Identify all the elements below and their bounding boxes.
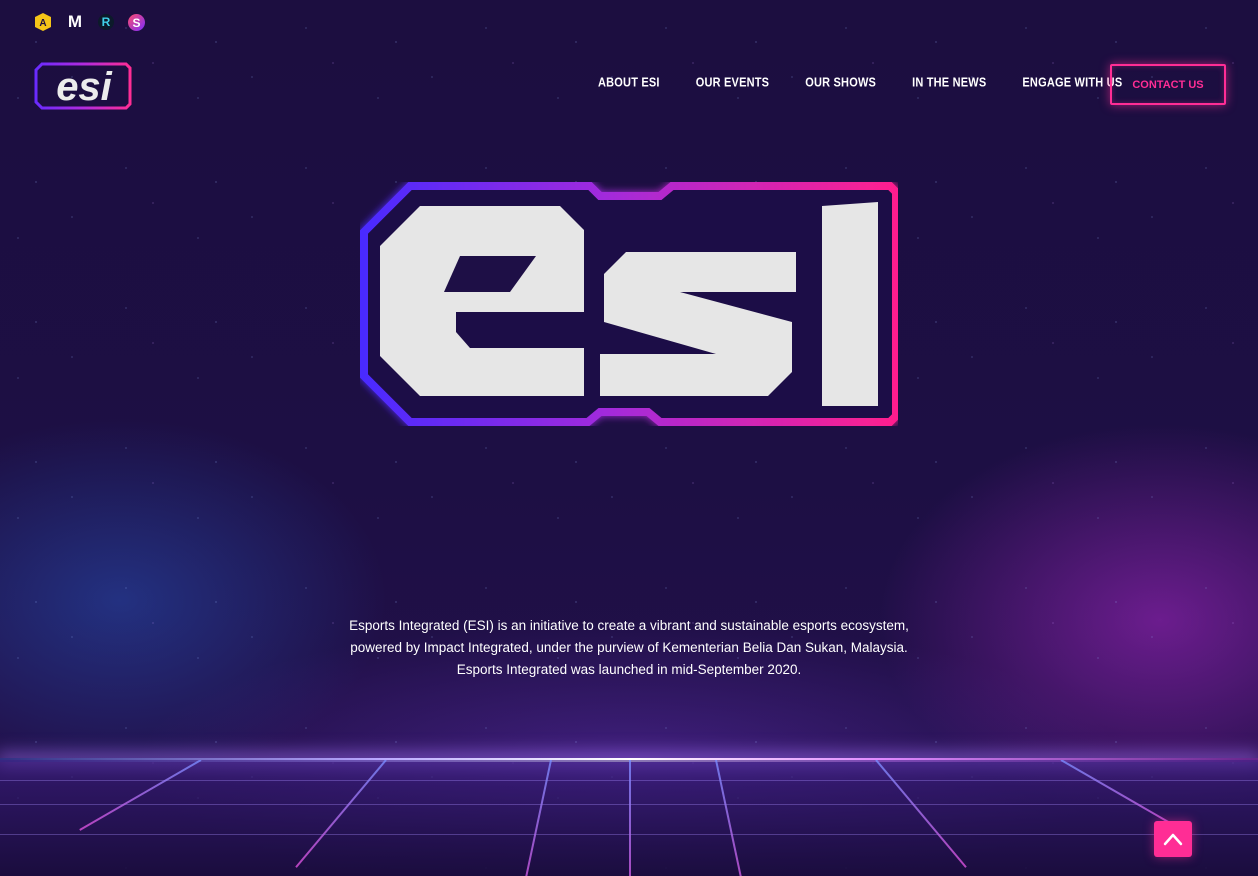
nav-engage-with-us[interactable]: ENGAGE WITH US xyxy=(1022,76,1122,90)
main-nav: ABOUT ESI OUR EVENTS OUR SHOWS IN THE NE… xyxy=(598,76,1158,90)
description-line-1: Esports Integrated (ESI) is an initiativ… xyxy=(349,618,909,633)
brand-logo[interactable]: esi xyxy=(34,60,132,110)
nav-about-esi[interactable]: ABOUT ESI xyxy=(598,76,660,90)
star-field xyxy=(0,0,1258,876)
brand-logo-text: esi xyxy=(56,65,112,109)
retro-grid-floor xyxy=(0,760,1258,876)
chevron-up-icon xyxy=(1163,833,1183,846)
hero-esi-logo xyxy=(360,182,898,426)
description-line-2: powered by Impact Integrated, under the … xyxy=(350,640,908,655)
hero-description: Esports Integrated (ESI) is an initiativ… xyxy=(329,615,929,681)
nav-our-shows[interactable]: OUR SHOWS xyxy=(805,76,876,90)
partner-logo-1-icon[interactable]: A xyxy=(34,12,52,32)
contact-us-button[interactable]: CONTACT US xyxy=(1110,64,1226,105)
partner-logo-s-icon[interactable]: S xyxy=(128,14,145,31)
partner-icons: A M R S xyxy=(34,12,145,32)
nav-in-the-news[interactable]: IN THE NEWS xyxy=(912,76,986,90)
nav-our-events[interactable]: OUR EVENTS xyxy=(696,76,770,90)
scroll-to-top-button[interactable] xyxy=(1154,821,1192,857)
description-line-3: Esports Integrated was launched in mid-S… xyxy=(456,662,802,677)
partner-logo-r-icon[interactable]: R xyxy=(98,14,114,30)
partner-logo-1-glyph: A xyxy=(39,18,46,29)
partner-logo-m-icon[interactable]: M xyxy=(66,12,84,32)
